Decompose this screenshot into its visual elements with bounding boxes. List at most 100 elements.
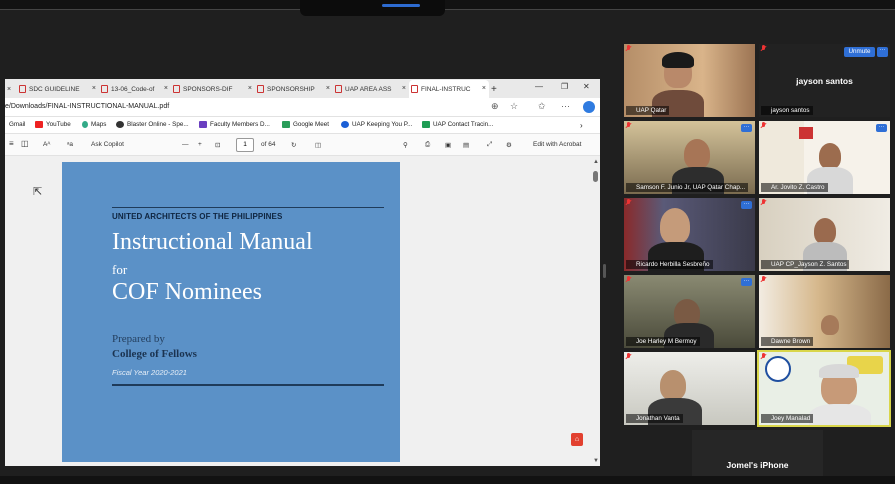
participant-name: UAP Qatar <box>626 106 670 115</box>
participant-tile[interactable]: Jonathan Vanta <box>624 352 755 425</box>
rotate-icon[interactable]: ↻ <box>291 141 296 149</box>
participant-tile[interactable]: UAP CP_Jayson Z. Santos <box>759 198 890 271</box>
tab-close-partial[interactable]: × <box>5 80 17 98</box>
close-icon[interactable]: × <box>92 85 96 92</box>
window-close-icon[interactable]: ✕ <box>583 82 590 91</box>
save-icon[interactable]: ▣ <box>445 141 451 149</box>
participant-tile[interactable]: ··· Joe Harley M Bermoy <box>624 275 755 348</box>
highlight-icon[interactable]: ▤ <box>463 141 469 149</box>
uap-logo-icon <box>765 356 791 382</box>
participant-name: Joe Harley M Bermoy <box>626 337 700 346</box>
participant-name: Joey Manalad <box>761 414 814 423</box>
maps-pin-icon <box>82 121 88 128</box>
participant-face <box>660 208 690 244</box>
favorite-star-icon[interactable]: ☆ <box>510 101 518 112</box>
pdf-icon <box>19 85 26 93</box>
page-view-icon[interactable]: ◫ <box>21 139 29 148</box>
more-options-icon[interactable]: ··· <box>561 101 570 111</box>
muted-mic-icon <box>626 276 631 283</box>
screen-share-indicator[interactable] <box>300 0 445 16</box>
page-number-input[interactable]: 1 <box>236 138 254 152</box>
close-icon[interactable]: × <box>482 85 486 92</box>
participant-tile[interactable]: Dawne Brown <box>759 275 890 348</box>
close-icon[interactable]: × <box>164 85 168 92</box>
favorites-icon[interactable]: ✩ <box>538 101 546 112</box>
ask-copilot-button[interactable]: Ask Copilot <box>91 141 124 148</box>
bookmark-google-meet[interactable]: Google Meet <box>282 121 329 128</box>
scroll-up-icon[interactable]: ▲ <box>593 159 599 165</box>
participant-tile[interactable]: ··· Ricardo Herbilla Sesbreño <box>624 198 755 271</box>
zoom-in-button[interactable]: + <box>198 141 202 148</box>
tab-sponsors-dif[interactable]: SPONSORS-DIF × <box>171 80 255 98</box>
search-icon[interactable]: ⚲ <box>403 141 408 149</box>
unmute-button[interactable]: Unmute <box>844 47 875 57</box>
close-icon[interactable]: × <box>248 85 252 92</box>
pdf-icon <box>101 85 108 93</box>
participant-tile[interactable]: ··· Ar. Jovito Z. Castro <box>759 121 890 194</box>
copilot-icon[interactable] <box>583 101 595 113</box>
scrollbar[interactable]: ▲ ▼ <box>590 156 600 466</box>
participant-tile[interactable]: ··· Samson F. Junio Jr, UAP Qatar Chap..… <box>624 121 755 194</box>
settings-gear-icon[interactable]: ⚙ <box>506 141 512 149</box>
zoom-icon[interactable]: ⊕ <box>491 101 499 112</box>
pdf-icon <box>411 85 418 93</box>
pdf-viewer[interactable]: ⇱ UNITED ARCHITECTS OF THE PHILIPPINES I… <box>5 156 600 466</box>
acrobat-icon[interactable]: ⌂ <box>571 433 583 446</box>
participant-name: Jonathan Vanta <box>626 414 683 423</box>
edit-with-acrobat-button[interactable]: Edit with Acrobat <box>533 141 581 148</box>
muted-mic-icon <box>761 353 766 360</box>
tab-sponsorship[interactable]: SPONSORSHIP × <box>255 80 333 98</box>
close-icon[interactable]: × <box>326 85 330 92</box>
bookmark-uap-keeping[interactable]: UAP Keeping You P... <box>341 121 412 128</box>
two-page-icon[interactable]: ◫ <box>315 141 321 149</box>
restore-icon[interactable]: ❐ <box>561 82 568 91</box>
bookmark-maps[interactable]: Maps <box>82 121 106 128</box>
bookmark-uap-contact[interactable]: UAP Contact Tracin... <box>422 121 493 128</box>
minimize-icon[interactable]: — <box>535 82 543 91</box>
participant-name: Ricardo Herbilla Sesbreño <box>626 260 713 269</box>
bookmark-gmail[interactable]: Gmail <box>9 121 25 128</box>
more-options-icon[interactable]: ··· <box>741 278 752 286</box>
muted-mic-icon <box>626 199 631 206</box>
blaster-icon <box>116 121 124 128</box>
participant-tile-active-speaker[interactable]: Joey Manalad <box>757 350 891 427</box>
chevron-right-icon[interactable]: › <box>580 121 583 130</box>
more-options-icon[interactable]: ··· <box>876 124 887 132</box>
muted-mic-icon <box>761 45 766 52</box>
bookmark-faculty[interactable]: Faculty Members D... <box>199 121 270 128</box>
muted-mic-icon <box>761 276 766 283</box>
panel-resize-handle[interactable] <box>603 264 606 278</box>
more-options-icon[interactable]: ··· <box>741 201 752 209</box>
participant-face <box>819 143 841 169</box>
zoom-out-button[interactable]: — <box>182 141 189 148</box>
muted-mic-icon <box>626 122 631 129</box>
scroll-thumb[interactable] <box>593 171 598 182</box>
new-tab-button[interactable]: + <box>491 80 505 98</box>
translate-icon[interactable]: ᵃa <box>67 141 73 148</box>
tab-sdc-guideline[interactable]: SDC GUIDELINE × <box>17 80 99 98</box>
more-options-icon[interactable]: ··· <box>741 124 752 132</box>
more-options-icon[interactable]: ··· <box>877 47 888 57</box>
pdf-icon <box>257 85 264 93</box>
muted-mic-icon <box>761 199 766 206</box>
tab-uap-area[interactable]: UAP AREA ASS × <box>333 80 409 98</box>
fit-page-icon[interactable]: ⊡ <box>215 141 220 149</box>
close-icon[interactable]: × <box>402 85 406 92</box>
participant-name: Dawne Brown <box>761 337 814 346</box>
read-aloud-icon[interactable]: Aᴬ <box>43 141 50 148</box>
bookmark-youtube[interactable]: YouTube <box>35 121 71 128</box>
meet-icon <box>282 121 290 128</box>
participant-tile[interactable]: Jomel's iPhone <box>692 430 823 476</box>
scroll-down-icon[interactable]: ▼ <box>593 458 599 464</box>
pdf-toolbar: ≡ ◫ Aᴬ ᵃa Ask Copilot — + ⊡ 1 of 64 ↻ ◫ … <box>5 134 600 156</box>
participant-tile[interactable]: UAP Qatar <box>624 44 755 117</box>
url-text[interactable]: e/Downloads/FINAL-INSTRUCTIONAL-MANUAL.p… <box>5 103 169 110</box>
bookmark-blaster[interactable]: Blaster Online - Spe... <box>116 121 189 128</box>
address-bar[interactable]: e/Downloads/FINAL-INSTRUCTIONAL-MANUAL.p… <box>5 98 600 117</box>
tab-code-of[interactable]: 13-06_Code-of × <box>99 80 171 98</box>
fullscreen-icon[interactable]: ⤢ <box>487 141 492 149</box>
screen: × SDC GUIDELINE × 13-06_Code-of × SPONSO… <box>0 0 895 484</box>
tab-final-instructional[interactable]: FINAL-INSTRUC × <box>409 80 489 98</box>
print-icon[interactable]: ⎙ <box>425 141 430 149</box>
menu-icon[interactable]: ≡ <box>9 139 14 148</box>
